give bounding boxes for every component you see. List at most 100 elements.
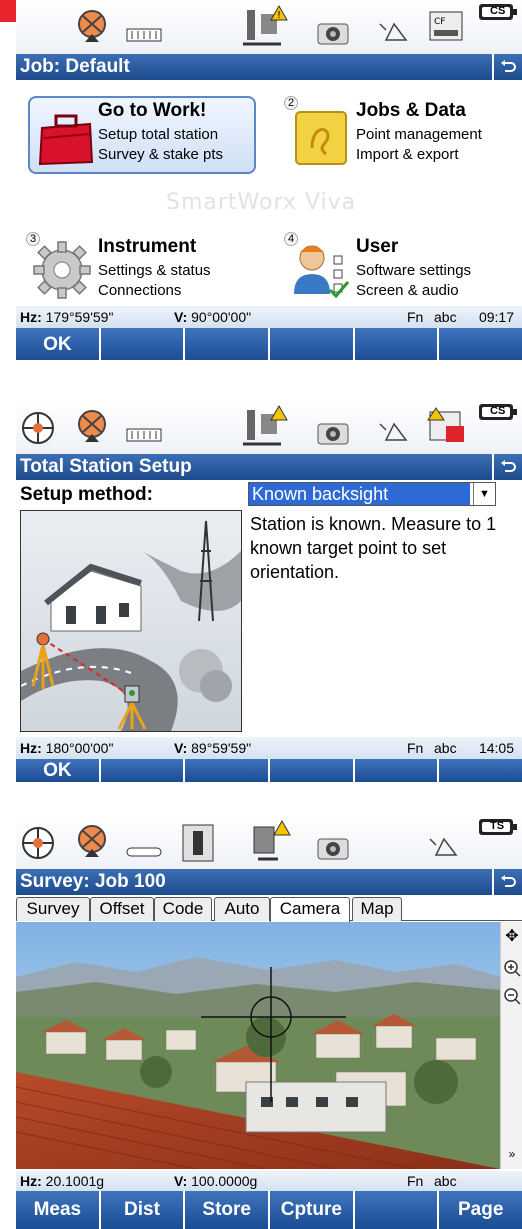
tile-line-1: Point management xyxy=(356,126,482,143)
softkey-bar: OK xyxy=(16,328,522,360)
zoom-in-icon[interactable] xyxy=(502,958,522,978)
user-icon xyxy=(290,238,354,302)
back-button[interactable] xyxy=(492,869,522,895)
svg-text:CF: CF xyxy=(434,17,445,27)
softkey-3[interactable] xyxy=(185,328,271,360)
softkey-2[interactable] xyxy=(101,759,186,782)
camera-icon[interactable] xyxy=(316,831,352,861)
prism-target-icon[interactable] xyxy=(74,8,110,48)
softkey-5[interactable] xyxy=(355,1191,440,1229)
dropdown-arrow-icon[interactable]: ▼ xyxy=(473,483,495,505)
back-arrow-icon xyxy=(501,60,516,72)
clock: 14:05 xyxy=(478,740,514,756)
pan-arrows-icon[interactable]: ✥ xyxy=(502,926,522,946)
status-icon-bar: TS xyxy=(16,815,522,869)
softkey-capture[interactable]: Cpture xyxy=(270,1191,355,1229)
angle-status-bar: Hz: 20.1001g V: 100.0000g Fn abc xyxy=(16,1171,522,1191)
tab-map[interactable]: Map xyxy=(352,897,402,921)
v-value: 89°59'59" xyxy=(191,740,252,756)
tab-survey[interactable]: Survey xyxy=(16,897,90,921)
battery-level-icon[interactable] xyxy=(126,28,162,42)
tab-auto[interactable]: Auto xyxy=(214,897,270,921)
tile-line-2: Survey & stake pts xyxy=(98,146,224,163)
input-mode-indicator[interactable]: abc xyxy=(434,1171,457,1191)
tile-line-2: Import & export xyxy=(356,146,459,163)
stakeout-points-icon[interactable] xyxy=(376,418,410,446)
fn-indicator[interactable]: Fn xyxy=(407,306,423,328)
stakeout-points-icon[interactable] xyxy=(426,833,460,861)
go-to-work-tile[interactable]: Go to Work! Setup total station Survey &… xyxy=(20,96,265,186)
softkey-3[interactable] xyxy=(185,759,271,782)
fn-indicator[interactable]: Fn xyxy=(407,1171,423,1191)
softkey-ok[interactable]: OK xyxy=(16,328,101,360)
cs-badge-label: CS xyxy=(490,405,506,417)
ts-badge-icon: TS xyxy=(478,817,518,837)
battery-level-icon[interactable] xyxy=(126,847,162,857)
prism-target-icon[interactable] xyxy=(74,408,110,448)
v-value: 100.0000g xyxy=(191,1173,258,1189)
fn-indicator[interactable]: Fn xyxy=(407,737,423,759)
total-station-setup-screen: CS Total Station Setup Setup method: Kno… xyxy=(16,400,522,782)
input-mode-indicator[interactable]: abc xyxy=(434,737,457,759)
tile-line-2: Screen & audio xyxy=(356,282,459,299)
instrument-connection-icon[interactable] xyxy=(241,404,291,450)
status-icon-bar: ! CF CS xyxy=(16,0,522,54)
folder-icon xyxy=(292,106,356,170)
softkey-4[interactable] xyxy=(270,759,355,782)
page-title: Total Station Setup xyxy=(20,456,192,477)
softkey-5[interactable] xyxy=(355,328,440,360)
cf-card-error-icon[interactable] xyxy=(426,406,466,446)
softkey-meas[interactable]: Meas xyxy=(16,1191,101,1229)
crosshair-target-icon[interactable] xyxy=(20,410,56,446)
scroll-down-icon[interactable]: » xyxy=(502,1144,522,1164)
tile-line-1: Settings & status xyxy=(98,262,211,279)
jobs-data-tile[interactable]: 2 Jobs & Data Point management Import & … xyxy=(278,96,522,186)
page-title: Survey: Job 100 xyxy=(20,871,166,892)
camera-icon[interactable] xyxy=(316,416,352,446)
softkey-6[interactable] xyxy=(439,328,522,360)
tab-code[interactable]: Code xyxy=(154,897,212,921)
back-button[interactable] xyxy=(492,454,522,480)
angle-status-bar: Hz: 180°00'00" V: 89°59'59" Fn abc 14:05 xyxy=(16,737,522,759)
tab-offset[interactable]: Offset xyxy=(90,897,154,921)
setup-method-description: Station is known. Measure to 1 known tar… xyxy=(250,514,497,582)
softkey-2[interactable] xyxy=(101,328,186,360)
back-button[interactable] xyxy=(492,54,522,80)
page-title: Job: Default xyxy=(20,56,130,77)
softkey-4[interactable] xyxy=(270,328,355,360)
clock: 09:17 xyxy=(478,309,514,325)
softkey-store[interactable]: Store xyxy=(185,1191,271,1229)
zoom-out-icon[interactable] xyxy=(502,986,522,1006)
softkey-ok[interactable]: OK xyxy=(16,759,101,782)
hz-label: Hz: xyxy=(20,740,42,756)
softkey-dist[interactable]: Dist xyxy=(101,1191,186,1229)
cf-card-icon[interactable]: CF xyxy=(426,10,466,44)
prism-target-icon[interactable] xyxy=(74,823,110,863)
page-title-bar: Job: Default xyxy=(16,54,522,80)
softkey-page[interactable]: Page xyxy=(439,1191,522,1229)
v-label: V: xyxy=(174,309,188,325)
camera-zoom-sidebar: ✥ » xyxy=(500,922,522,1169)
i-beam-icon[interactable] xyxy=(181,823,215,863)
camera-icon[interactable] xyxy=(316,16,352,46)
survey-camera-screen: TS Survey: Job 100 Survey Offset Code Au… xyxy=(16,815,522,1229)
camera-view[interactable] xyxy=(16,922,500,1169)
crosshair-target-icon[interactable] xyxy=(20,825,56,861)
softkey-6[interactable] xyxy=(439,759,522,782)
setup-method-dropdown[interactable]: Known backsight ▼ xyxy=(248,482,496,506)
softkey-5[interactable] xyxy=(355,759,440,782)
tile-title: Go to Work! xyxy=(98,100,207,121)
setup-illustration xyxy=(20,510,242,732)
gear-icon xyxy=(30,238,94,302)
input-mode-indicator[interactable]: abc xyxy=(434,306,457,328)
tab-camera[interactable]: Camera xyxy=(270,897,350,922)
instrument-connection-icon[interactable] xyxy=(248,819,294,865)
smartworx-watermark: SmartWorx Viva xyxy=(166,190,357,215)
instrument-connection-icon[interactable]: ! xyxy=(241,4,291,50)
battery-level-icon[interactable] xyxy=(126,428,162,442)
status-icon-bar: CS xyxy=(16,400,522,454)
cs-badge-icon: CS xyxy=(478,402,518,422)
stakeout-points-icon[interactable] xyxy=(376,18,410,46)
tile-title: Jobs & Data xyxy=(356,100,466,121)
v-label: V: xyxy=(174,740,188,756)
